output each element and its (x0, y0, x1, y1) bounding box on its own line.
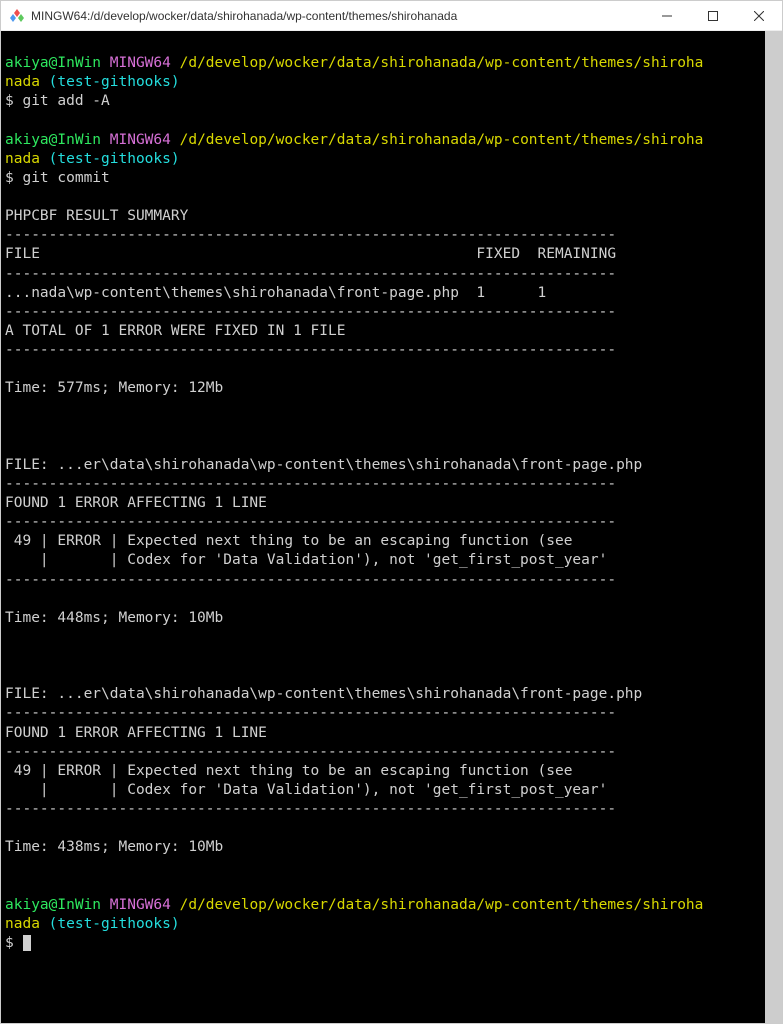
output-divider: ----------------------------------------… (5, 705, 616, 721)
titlebar-title: MINGW64:/d/develop/wocker/data/shirohana… (31, 9, 644, 23)
prompt-symbol: $ (5, 93, 14, 109)
prompt-path: /d/develop/wocker/data/shirohanada/wp-co… (180, 897, 704, 913)
terminal-output[interactable]: akiya@InWin MINGW64 /d/develop/wocker/da… (1, 31, 765, 1023)
prompt-user: akiya@InWin (5, 132, 101, 148)
output-error-row: | | Codex for 'Data Validation'), not 'g… (5, 782, 607, 798)
prompt-path-cont: nada (5, 916, 40, 932)
output-divider: ----------------------------------------… (5, 476, 616, 492)
prompt-host: MINGW64 (110, 897, 171, 913)
output-total: A TOTAL OF 1 ERROR WERE FIXED IN 1 FILE (5, 323, 345, 339)
prompt-user: akiya@InWin (5, 897, 101, 913)
output-time: Time: 438ms; Memory: 10Mb (5, 839, 223, 855)
output-divider: ----------------------------------------… (5, 266, 616, 282)
maximize-button[interactable] (690, 1, 736, 30)
output-error-row: 49 | ERROR | Expected next thing to be a… (5, 763, 572, 779)
terminal-body: akiya@InWin MINGW64 /d/develop/wocker/da… (1, 31, 782, 1023)
output-table-header: FILE FIXED REMAINING (5, 246, 616, 262)
app-icon (9, 8, 25, 24)
output-error-row: | | Codex for 'Data Validation'), not 'g… (5, 552, 607, 568)
window-controls (644, 1, 782, 30)
output-line: PHPCBF RESULT SUMMARY (5, 208, 188, 224)
output-table-row: ...nada\wp-content\themes\shirohanada\fr… (5, 285, 546, 301)
output-found: FOUND 1 ERROR AFFECTING 1 LINE (5, 725, 267, 741)
command-input: git add -A (22, 93, 109, 109)
output-error-row: 49 | ERROR | Expected next thing to be a… (5, 533, 572, 549)
prompt-symbol: $ (5, 935, 14, 951)
prompt-branch: (test-githooks) (49, 151, 180, 167)
prompt-path-cont: nada (5, 74, 40, 90)
output-found: FOUND 1 ERROR AFFECTING 1 LINE (5, 495, 267, 511)
output-time: Time: 577ms; Memory: 12Mb (5, 380, 223, 396)
command-input: git commit (22, 170, 109, 186)
cursor (23, 935, 31, 951)
titlebar[interactable]: MINGW64:/d/develop/wocker/data/shirohana… (1, 1, 782, 31)
output-divider: ----------------------------------------… (5, 572, 616, 588)
prompt-symbol: $ (5, 170, 14, 186)
close-button[interactable] (736, 1, 782, 30)
prompt-branch: (test-githooks) (49, 916, 180, 932)
prompt-host: MINGW64 (110, 55, 171, 71)
output-divider: ----------------------------------------… (5, 744, 616, 760)
scrollbar-thumb[interactable] (765, 31, 782, 1023)
output-time: Time: 448ms; Memory: 10Mb (5, 610, 223, 626)
prompt-user: akiya@InWin (5, 55, 101, 71)
output-file: FILE: ...er\data\shirohanada\wp-content\… (5, 686, 642, 702)
minimize-button[interactable] (644, 1, 690, 30)
prompt-branch: (test-githooks) (49, 74, 180, 90)
prompt-host: MINGW64 (110, 132, 171, 148)
output-divider: ----------------------------------------… (5, 304, 616, 320)
output-divider: ----------------------------------------… (5, 342, 616, 358)
output-divider: ----------------------------------------… (5, 227, 616, 243)
prompt-path: /d/develop/wocker/data/shirohanada/wp-co… (180, 55, 704, 71)
terminal-window: MINGW64:/d/develop/wocker/data/shirohana… (0, 0, 783, 1024)
output-divider: ----------------------------------------… (5, 801, 616, 817)
output-divider: ----------------------------------------… (5, 514, 616, 530)
output-file: FILE: ...er\data\shirohanada\wp-content\… (5, 457, 642, 473)
prompt-path-cont: nada (5, 151, 40, 167)
prompt-path: /d/develop/wocker/data/shirohanada/wp-co… (180, 132, 704, 148)
scrollbar[interactable] (765, 31, 782, 1023)
